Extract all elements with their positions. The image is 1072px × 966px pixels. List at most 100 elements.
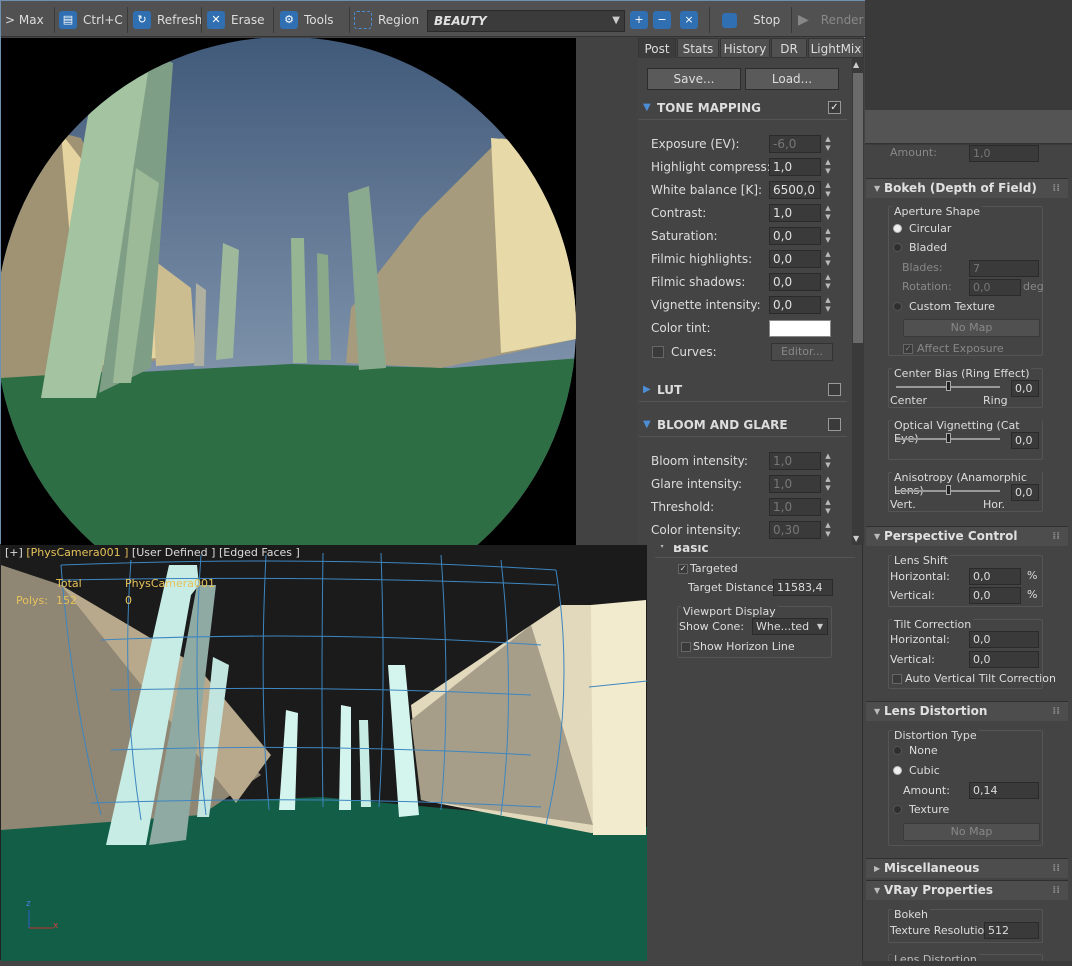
bloom-glare-header[interactable]: ▼ BLOOM AND GLARE — [639, 413, 847, 437]
bloom-param-value-field[interactable]: 1,0 — [769, 452, 821, 470]
anisotropy-slider-thumb[interactable] — [946, 485, 951, 495]
spinner-icon[interactable]: ▲ ▼ — [823, 204, 833, 222]
tone-param-value-field[interactable]: 0,0 — [769, 273, 821, 291]
bloom-glare-checkbox[interactable] — [828, 418, 841, 431]
tone-param-value-field[interactable]: 1,0 — [769, 158, 821, 176]
save-button[interactable]: Save... — [647, 68, 741, 90]
tone-param-value-field[interactable]: 0,0 — [769, 227, 821, 245]
render-canvas[interactable] — [1, 38, 637, 545]
tab-dr[interactable]: DR — [771, 38, 807, 58]
refresh-button[interactable]: ↻ Refresh — [133, 9, 202, 31]
distortion-amount-field[interactable]: 0,14 — [969, 782, 1039, 799]
spinner-icon[interactable]: ▲ ▼ — [823, 475, 833, 493]
drag-handle-icon[interactable]: ⁞⁞ — [1052, 527, 1060, 546]
curves-checkbox[interactable] — [652, 346, 664, 358]
optical-slider-thumb[interactable] — [946, 433, 951, 443]
zoom-reset-button[interactable]: × — [680, 9, 698, 31]
circular-radio[interactable] — [893, 224, 902, 233]
rollout-vray-properties[interactable]: ▼ VRay Properties ⁞⁞ — [866, 880, 1068, 900]
none-radio[interactable] — [893, 746, 902, 755]
rollout-perspective[interactable]: ▼ Perspective Control ⁞⁞ — [866, 526, 1068, 546]
tools-button[interactable]: ⚙ Tools — [280, 9, 334, 31]
bokeh-no-map-button[interactable]: No Map — [903, 319, 1040, 337]
scroll-up-icon[interactable]: ▲ — [853, 60, 859, 69]
bloom-param-value-field[interactable]: 1,0 — [769, 475, 821, 493]
tone-param-value-field[interactable]: 0,0 — [769, 250, 821, 268]
texture-resolution-field[interactable]: 512 — [984, 922, 1039, 939]
center-bias-slider-thumb[interactable] — [946, 381, 951, 391]
tab-stats[interactable]: Stats — [677, 38, 719, 58]
zoom-out-button[interactable]: − — [653, 9, 671, 31]
affect-exposure-checkbox[interactable]: ✓ — [903, 344, 913, 354]
spinner-icon[interactable]: ▲ ▼ — [823, 181, 833, 199]
perspective-viewport[interactable]: [+] [PhysCamera001 ] [User Defined ] [Ed… — [0, 544, 647, 961]
spinner-icon[interactable]: ▲ ▼ — [823, 250, 833, 268]
texture-radio[interactable] — [893, 805, 902, 814]
spinner-icon[interactable]: ▲ ▼ — [823, 158, 833, 176]
viewport-camera-label[interactable]: [PhysCamera001 ] — [26, 546, 128, 559]
tilt-horizontal-field[interactable]: 0,0 — [969, 631, 1039, 648]
bladed-radio[interactable] — [893, 243, 902, 252]
rotation-field[interactable]: 0,0 — [969, 279, 1021, 296]
spinner-icon[interactable]: ▲ ▼ — [823, 498, 833, 516]
optical-field[interactable]: 0,0 — [1011, 432, 1039, 449]
amount-top-field[interactable]: 1,0 — [969, 145, 1039, 162]
spinner-icon[interactable]: ▲ ▼ — [823, 452, 833, 470]
spinner-icon[interactable]: ▲ ▼ — [823, 296, 833, 314]
drag-handle-icon[interactable]: ⁞⁞ — [1052, 859, 1060, 878]
copy-button[interactable]: ▤ Ctrl+C — [59, 9, 123, 31]
load-button[interactable]: Load... — [745, 68, 839, 90]
zoom-in-button[interactable]: + — [630, 9, 648, 31]
tone-mapping-checkbox[interactable]: ✓ — [828, 101, 841, 114]
spinner-icon[interactable]: ▲ ▼ — [823, 273, 833, 291]
stop-button[interactable]: Stop — [722, 9, 780, 31]
viewport-menu-button[interactable]: [+] — [5, 546, 23, 559]
rollout-bokeh[interactable]: ▼ Bokeh (Depth of Field) ⁞⁞ — [866, 178, 1068, 198]
curves-editor-button[interactable]: Editor... — [771, 343, 833, 361]
rollout-miscellaneous[interactable]: ▶ Miscellaneous ⁞⁞ — [866, 858, 1068, 878]
spinner-icon[interactable]: ▲ ▼ — [823, 135, 833, 153]
viewport-view-label[interactable]: [User Defined ] — [132, 546, 216, 559]
center-bias-field[interactable]: 0,0 — [1011, 380, 1039, 397]
spinner-icon[interactable]: ▲ ▼ — [823, 521, 833, 539]
custom-texture-radio[interactable] — [893, 302, 902, 311]
spinner-icon[interactable]: ▲ ▼ — [823, 227, 833, 245]
scroll-down-icon[interactable]: ▼ — [853, 534, 859, 543]
region-button[interactable]: Region — [354, 9, 419, 31]
tab-post[interactable]: Post — [638, 38, 676, 58]
shift-vertical-field[interactable]: 0,0 — [969, 587, 1021, 604]
tilt-vertical-field[interactable]: 0,0 — [969, 651, 1039, 668]
lut-header[interactable]: ▶ LUT — [639, 378, 847, 402]
drag-handle-icon[interactable]: ⁞⁞ — [1052, 881, 1060, 900]
tab-history[interactable]: History — [720, 38, 770, 58]
shift-horizontal-field[interactable]: 0,0 — [969, 568, 1021, 585]
viewport-shading-label[interactable]: [Edged Faces ] — [219, 546, 300, 559]
viewport-label[interactable]: [+] [PhysCamera001 ] [User Defined ] [Ed… — [5, 546, 300, 559]
tone-mapping-header[interactable]: ▼ TONE MAPPING ✓ — [639, 96, 847, 120]
tone-param-value-field[interactable]: 6500,0 — [769, 181, 821, 199]
rollout-lens-distortion[interactable]: ▼ Lens Distortion ⁞⁞ — [866, 701, 1068, 721]
erase-button[interactable]: ✕ Erase — [207, 9, 265, 31]
show-horizon-checkbox[interactable] — [681, 642, 691, 652]
cubic-radio[interactable] — [893, 766, 902, 775]
target-distance-field[interactable]: 11583,4 — [773, 579, 833, 596]
show-cone-dropdown[interactable]: Whe...ted ▼ — [752, 618, 828, 635]
lut-checkbox[interactable] — [828, 383, 841, 396]
distortion-no-map-button[interactable]: No Map — [903, 823, 1040, 841]
to-max-button[interactable]: > Max — [5, 9, 44, 31]
targeted-checkbox[interactable]: ✓ — [678, 564, 688, 574]
anisotropy-field[interactable]: 0,0 — [1011, 484, 1039, 501]
render-button[interactable]: ▶ Render — [798, 9, 864, 31]
drag-handle-icon[interactable]: ⁞⁞ — [1052, 702, 1060, 721]
bloom-param-value-field[interactable]: 1,0 — [769, 498, 821, 516]
tone-param-value-field[interactable]: -6,0 — [769, 135, 821, 153]
vfb-panel-scroll-thumb[interactable] — [853, 73, 863, 343]
auto-vertical-checkbox[interactable] — [892, 674, 902, 684]
blades-field[interactable]: 7 — [969, 260, 1039, 277]
color-tint-swatch[interactable] — [769, 320, 831, 337]
channel-dropdown[interactable]: BEAUTY ▼ — [427, 10, 625, 32]
drag-handle-icon[interactable]: ⁞⁞ — [1052, 179, 1060, 198]
tone-param-value-field[interactable]: 0,0 — [769, 296, 821, 314]
bloom-param-value-field[interactable]: 0,30 — [769, 521, 821, 539]
tone-param-value-field[interactable]: 1,0 — [769, 204, 821, 222]
